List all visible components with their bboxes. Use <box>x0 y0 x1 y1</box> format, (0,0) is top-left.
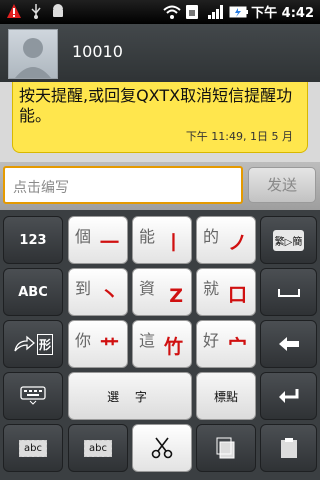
status-bar: 下午 4:42 <box>0 0 320 24</box>
paste-key[interactable] <box>260 424 317 472</box>
cut-key[interactable] <box>132 424 192 472</box>
compose-placeholder: 点击编写 <box>13 180 69 196</box>
stroke-key-heng[interactable]: 個 一 <box>68 216 128 264</box>
keyboard-icon <box>20 386 46 405</box>
sim-icon <box>185 4 201 20</box>
person-icon <box>15 38 51 78</box>
abc-cursor-label: abc <box>84 439 112 457</box>
stroke-key-mian[interactable]: 好 宀 <box>196 320 256 368</box>
send-button[interactable]: 发送 <box>248 167 316 203</box>
compose-bar: 点击编写 发送 <box>0 162 320 210</box>
signal-icon <box>207 4 224 20</box>
number-mode-key[interactable]: 123 <box>3 216 63 264</box>
stroke-keyboard: 123 個 一 能 丨 的 ノ 繁▷簡 ABC 到 丶 資 Z 就 口 形 你 … <box>0 210 320 480</box>
contact-number: 10010 <box>72 42 123 61</box>
candidate-char: 好 <box>203 331 220 350</box>
clock: 下午 4:42 <box>251 6 314 21</box>
stroke-char: 竹 <box>163 336 183 358</box>
trad-simp-toggle-key[interactable]: 繁▷簡 <box>260 216 317 264</box>
wifi-icon <box>163 4 181 20</box>
candidate-char: 資 <box>139 279 156 298</box>
backspace-key[interactable] <box>260 320 317 368</box>
scissors-icon <box>151 437 173 459</box>
convert-label: 繁▷簡 <box>272 229 305 251</box>
shape-mode-key[interactable]: 形 <box>3 320 63 368</box>
shape-label: 形 <box>36 333 53 355</box>
warning-icon <box>6 3 22 19</box>
enter-key[interactable] <box>260 372 317 420</box>
candidate-char: 能 <box>139 227 156 246</box>
candidate-char: 到 <box>75 279 92 298</box>
keyboard-hide-key[interactable] <box>3 372 63 420</box>
stroke-key-zhe[interactable]: 資 Z <box>132 268 192 316</box>
stroke-key-shu[interactable]: 能 丨 <box>132 216 192 264</box>
cursor-select-key[interactable]: abc <box>68 424 128 472</box>
avatar[interactable] <box>8 29 58 79</box>
arrow-share-icon <box>14 335 35 352</box>
message-text: 按天提醒,或回复QXTX取消短信提醒功能。 <box>19 86 293 125</box>
copy-icon <box>216 437 235 459</box>
select-char-key[interactable]: 選 字 <box>68 372 192 420</box>
contact-header[interactable]: 10010 <box>0 24 320 82</box>
stroke-char: 宀 <box>227 336 247 358</box>
enter-icon <box>278 389 298 403</box>
candidate-char: 你 <box>75 331 92 350</box>
punctuation-key[interactable]: 標點 <box>196 372 256 420</box>
stroke-key-cao[interactable]: 你 艹 <box>68 320 128 368</box>
stroke-key-kou[interactable]: 就 口 <box>196 268 256 316</box>
space-key[interactable] <box>260 268 317 316</box>
abc-select-label: abc <box>19 439 47 457</box>
stroke-char: 口 <box>227 284 247 306</box>
stroke-char: Z <box>169 285 183 307</box>
usb-icon <box>28 3 44 19</box>
stroke-key-dian[interactable]: 到 丶 <box>68 268 128 316</box>
clipboard-icon <box>280 438 297 458</box>
stroke-char: ノ <box>227 232 247 254</box>
stroke-key-pie[interactable]: 的 ノ <box>196 216 256 264</box>
message-thread[interactable]: 按天提醒,或回复QXTX取消短信提醒功能。 下午 11:49, 1日 5 月 <box>0 82 320 162</box>
select-all-key[interactable]: abc <box>3 424 63 472</box>
candidate-char: 就 <box>203 279 220 298</box>
stroke-char: 丶 <box>99 284 119 306</box>
message-timestamp: 下午 11:49, 1日 5 月 <box>185 130 293 143</box>
space-icon <box>277 289 300 297</box>
stroke-key-zhu[interactable]: 這 竹 <box>132 320 192 368</box>
compose-input[interactable]: 点击编写 <box>3 166 243 204</box>
candidate-char: 的 <box>203 227 220 246</box>
abc-mode-key[interactable]: ABC <box>3 268 63 316</box>
android-icon <box>50 3 66 19</box>
stroke-char: 丨 <box>163 232 183 254</box>
select-label: 選 字 <box>107 389 153 404</box>
backspace-arrow-icon <box>278 337 299 351</box>
stroke-char: 艹 <box>99 336 119 358</box>
message-bubble[interactable]: 按天提醒,或回复QXTX取消短信提醒功能。 下午 11:49, 1日 5 月 <box>12 82 308 153</box>
battery-icon <box>229 4 249 20</box>
candidate-char: 這 <box>139 331 156 350</box>
copy-key[interactable] <box>196 424 256 472</box>
stroke-char: 一 <box>99 232 119 254</box>
candidate-char: 個 <box>75 227 92 246</box>
